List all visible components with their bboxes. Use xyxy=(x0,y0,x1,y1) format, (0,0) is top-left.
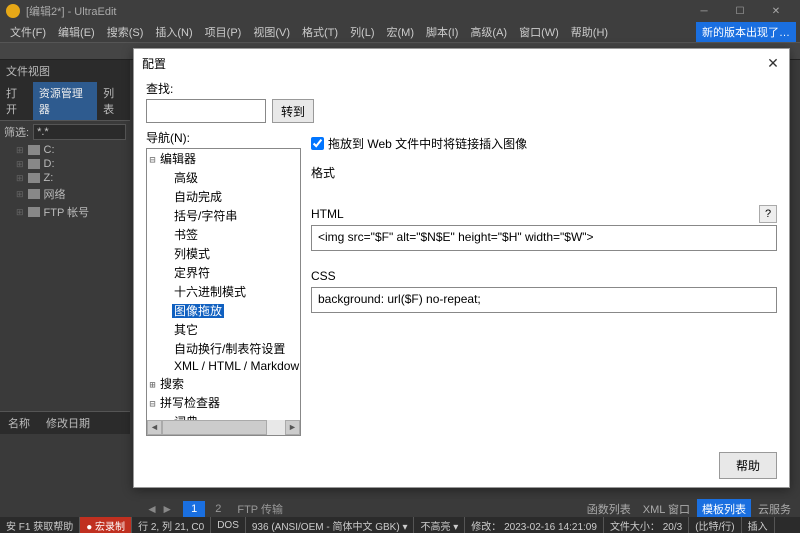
col-name[interactable]: 名称 xyxy=(0,412,38,434)
ftp-tab[interactable]: FTP 传输 xyxy=(231,499,289,519)
format-label: 格式 xyxy=(311,164,777,181)
col-date[interactable]: 修改日期 xyxy=(38,412,98,434)
tree-node[interactable]: 高级 xyxy=(147,168,300,187)
dialog-title: 配置 xyxy=(142,55,765,72)
dialog-close-button[interactable]: ✕ xyxy=(765,56,781,72)
tree-node[interactable]: 括号/字符串 xyxy=(147,206,300,225)
menu-item[interactable]: 格式(T) xyxy=(296,22,344,42)
explorer-item[interactable]: ⊞FTP 帐号 xyxy=(0,203,130,221)
tree-node[interactable]: 自动完成 xyxy=(147,187,300,206)
side-tab-list[interactable]: 列表 xyxy=(97,82,130,120)
css-label: CSS xyxy=(311,269,336,283)
status-modified: 修改： 2023-02-16 14:21:09 xyxy=(465,517,604,533)
go-button[interactable]: 转到 xyxy=(272,99,314,123)
tree-node[interactable]: ⊞搜索 xyxy=(147,374,300,393)
status-position: 行 2, 列 21, C0 xyxy=(132,517,211,533)
html-template-input[interactable]: <img src="$F" alt="$N$E" height="$H" wid… xyxy=(311,225,777,251)
status-macro-record[interactable]: ● 宏录制 xyxy=(80,517,132,533)
tree-node[interactable]: ⊟拼写检查器 xyxy=(147,393,300,412)
menu-item[interactable]: 高级(A) xyxy=(464,22,513,42)
explorer-item[interactable]: ⊞Z: xyxy=(0,171,130,185)
tab-arrows[interactable]: ◄ ► xyxy=(140,502,179,516)
minimize-button[interactable]: ─ xyxy=(686,0,722,22)
menu-item[interactable]: 项目(P) xyxy=(199,22,248,42)
panel-templates[interactable]: 模板列表 xyxy=(697,499,751,519)
maximize-button[interactable]: ☐ xyxy=(722,0,758,22)
menu-item[interactable]: 窗口(W) xyxy=(513,22,565,42)
doc-tab-2[interactable]: 2 xyxy=(209,501,227,517)
tree-node[interactable]: 书签 xyxy=(147,225,300,244)
window-title: [编辑2*] - UltraEdit xyxy=(26,3,686,19)
close-button[interactable]: ✕ xyxy=(758,0,794,22)
status-highlight[interactable]: 不高亮 ▾ xyxy=(414,517,465,533)
help-button[interactable]: 帮助 xyxy=(719,452,777,479)
status-filesize: 文件大小： 20/3 xyxy=(604,517,689,533)
html-label: HTML xyxy=(311,207,344,221)
new-version-banner[interactable]: 新的版本出现了… xyxy=(696,22,796,42)
search-label: 查找: xyxy=(146,80,266,97)
tree-node[interactable]: 列模式 xyxy=(147,244,300,263)
config-dialog: 配置 ✕ 查找: 转到 导航(N): ⊟编辑器高级自动完成括号/字符串书签列模式… xyxy=(133,48,790,488)
status-help: 安 F1 获取帮助 xyxy=(0,517,80,533)
explorer-item[interactable]: ⊞D: xyxy=(0,157,130,171)
filter-select[interactable]: *.* xyxy=(33,124,126,140)
menu-item[interactable]: 编辑(E) xyxy=(52,22,101,42)
menu-item[interactable]: 文件(F) xyxy=(4,22,52,42)
status-unit: (比特/行) xyxy=(689,517,741,533)
menu-item[interactable]: 插入(N) xyxy=(149,22,198,42)
help-icon[interactable]: ? xyxy=(759,205,777,223)
drag-drop-checkbox[interactable] xyxy=(311,137,324,150)
tree-node[interactable]: ⊟编辑器 xyxy=(147,149,300,168)
status-codepage[interactable]: 936 (ANSI/OEM - 简体中文 GBK) ▾ xyxy=(246,517,415,533)
tree-node[interactable]: 自动换行/制表符设置 xyxy=(147,339,300,358)
filter-label: 筛选: xyxy=(4,124,29,140)
nav-tree[interactable]: ⊟编辑器高级自动完成括号/字符串书签列模式定界符十六进制模式图像拖放其它自动换行… xyxy=(146,148,301,436)
menu-item[interactable]: 视图(V) xyxy=(247,22,296,42)
panel-xml[interactable]: XML 窗口 xyxy=(638,499,695,519)
menu-item[interactable]: 列(L) xyxy=(344,22,380,42)
status-insert[interactable]: 插入 xyxy=(742,517,775,533)
tree-node[interactable]: 定界符 xyxy=(147,263,300,282)
tree-node[interactable]: XML / HTML / Markdow xyxy=(147,358,300,374)
search-input[interactable] xyxy=(146,99,266,123)
doc-tab-1[interactable]: 1 xyxy=(183,501,205,517)
explorer-item[interactable]: ⊞网络 xyxy=(0,185,130,203)
nav-label: 导航(N): xyxy=(146,129,301,146)
menu-item[interactable]: 宏(M) xyxy=(381,22,421,42)
panel-cloud[interactable]: 云服务 xyxy=(753,499,796,519)
status-lineending[interactable]: DOS xyxy=(211,517,246,533)
menu-item[interactable]: 搜索(S) xyxy=(101,22,150,42)
side-panel-title: 文件视图 xyxy=(0,60,130,82)
menu-item[interactable]: 帮助(H) xyxy=(565,22,614,42)
css-template-input[interactable]: background: url($F) no-repeat; xyxy=(311,287,777,313)
panel-functions[interactable]: 函数列表 xyxy=(582,499,636,519)
menu-item[interactable]: 脚本(I) xyxy=(420,22,464,42)
tree-node[interactable]: 其它 xyxy=(147,320,300,339)
app-icon xyxy=(6,4,20,18)
drag-drop-label: 拖放到 Web 文件中时将链接插入图像 xyxy=(328,135,527,152)
explorer-item[interactable]: ⊞C: xyxy=(0,143,130,157)
tree-node[interactable]: 十六进制模式 xyxy=(147,282,300,301)
side-tab-explorer[interactable]: 资源管理器 xyxy=(33,82,97,120)
side-tab-open[interactable]: 打开 xyxy=(0,82,33,120)
tree-node[interactable]: 图像拖放 xyxy=(147,301,300,320)
tree-hscroll[interactable]: ◄► xyxy=(147,420,300,435)
